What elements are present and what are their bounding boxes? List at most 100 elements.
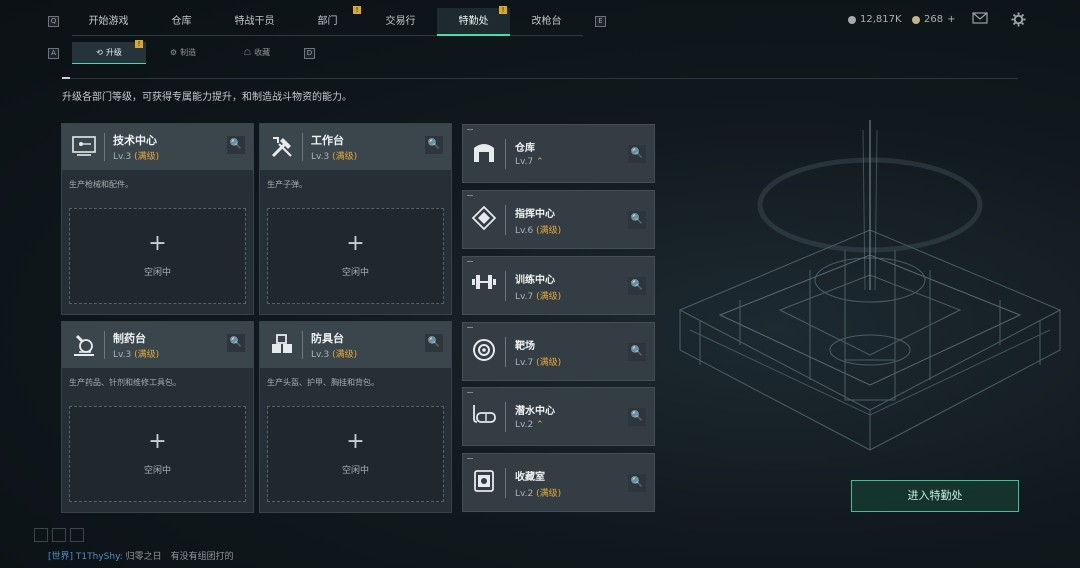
facility-name: 仓库 <box>515 143 535 154</box>
building-level: Lv.3 (满级) <box>311 149 357 162</box>
facility-training-center[interactable]: 训练中心 Lv.7 (满级) 🔍 <box>462 256 655 315</box>
idle-label: 空闲中 <box>143 268 171 278</box>
building-level: Lv.3 (满级) <box>113 149 159 162</box>
subtab-upgrade[interactable]: ⟲ 升级 ! <box>72 40 146 64</box>
level-value: Lv.3 <box>311 350 330 360</box>
gear-icon[interactable] <box>1010 12 1026 27</box>
level-value: Lv.3 <box>311 152 330 162</box>
max-level-tag: (满级) <box>332 152 358 162</box>
tab-gunsmith[interactable]: 改枪台 <box>510 8 583 36</box>
facility-warehouse[interactable]: 仓库 Lv.7 ⌃ 🔍 <box>462 124 655 183</box>
max-level-tag: (满级) <box>536 358 562 368</box>
menu-icon[interactable] <box>34 528 48 542</box>
chat-channel: [世界] <box>48 552 74 562</box>
search-button[interactable]: 🔍 <box>628 277 646 295</box>
collection-icon: ☖ <box>243 48 252 57</box>
mail-icon[interactable] <box>972 12 988 26</box>
search-button[interactable]: 🔍 <box>628 343 646 361</box>
card-tech-center[interactable]: 技术中心 Lv.3 (满级) 🔍 生产枪械和配件。 + 空闲中 <box>61 123 254 315</box>
facility-name: 收藏室 <box>515 472 545 483</box>
facility-command-center[interactable]: 指挥中心 Lv.6 (满级) 🔍 <box>462 190 655 249</box>
top-bar: Q 开始游戏 仓库 特战干员 部门! 交易行 特勤处! 改枪台 E 12,817… <box>0 0 1080 38</box>
facility-level: Lv.7 (满级) <box>515 289 561 302</box>
building-name: 技术中心 <box>113 134 157 147</box>
search-button[interactable]: 🔍 <box>227 334 245 352</box>
plus-icon: + <box>148 231 167 256</box>
card-workbench[interactable]: 工作台 Lv.3 (满级) 🔍 生产子弹。 + 空闲中 <box>259 123 452 315</box>
collection-room-icon <box>471 469 497 495</box>
currency-premium[interactable]: 268 + <box>912 14 955 25</box>
search-button[interactable]: 🔍 <box>628 474 646 492</box>
tab-special-ops[interactable]: 特勤处! <box>437 6 510 36</box>
facility-name: 指挥中心 <box>515 209 555 220</box>
training-center-icon <box>471 272 497 298</box>
next-tab-key-hint[interactable]: E <box>595 16 606 27</box>
chat-icon[interactable] <box>70 528 84 542</box>
level-value: Lv.3 <box>113 152 132 162</box>
tech-center-icon <box>71 134 97 160</box>
pharmacy-icon <box>71 332 97 358</box>
separator <box>104 133 105 161</box>
card-subtitle: 生产子弹。 <box>267 180 307 189</box>
currency-coins: 12,817K <box>848 14 902 25</box>
card-subtitle: 生产药品、针剂和维修工具包。 <box>69 378 181 387</box>
tab-label: 特战干员 <box>234 16 275 27</box>
upgrade-available-icon: ⌃ <box>536 420 544 430</box>
building-name: 制药台 <box>113 332 146 345</box>
tab-start-game[interactable]: 开始游戏 <box>72 8 145 36</box>
facility-diving-center[interactable]: 潜水中心 Lv.2 ⌃ 🔍 <box>462 387 655 446</box>
facility-level: Lv.7 (满级) <box>515 355 561 368</box>
facility-3d-illustration <box>678 120 1062 451</box>
production-slot[interactable]: + 空闲中 <box>267 208 444 304</box>
diving-center-icon <box>471 403 497 429</box>
separator <box>302 133 303 161</box>
tab-market[interactable]: 交易行 <box>364 8 437 36</box>
facility-shooting-range[interactable]: 靶场 Lv.7 (满级) 🔍 <box>462 322 655 381</box>
production-slot[interactable]: + 空闲中 <box>267 406 444 502</box>
card-pharmacy[interactable]: 制药台 Lv.3 (满级) 🔍 生产药品、针剂和维修工具包。 + 空闲中 <box>61 321 254 513</box>
facility-collection-room[interactable]: 收藏室 Lv.2 (满级) 🔍 <box>462 453 655 512</box>
subtab-craft[interactable]: ⚙ 制造 <box>146 42 220 64</box>
tab-operators[interactable]: 特战干员 <box>218 8 291 36</box>
idle-label: 空闲中 <box>341 466 369 476</box>
production-slot[interactable]: + 空闲中 <box>69 208 246 304</box>
search-button[interactable]: 🔍 <box>628 145 646 163</box>
level-value: Lv.7 <box>515 292 534 302</box>
world-chat-line[interactable]: [世界] T1ThyShy: 归零之日 有没有组团打的 <box>48 549 234 562</box>
separator <box>505 205 506 235</box>
max-level-tag: (满级) <box>536 226 562 236</box>
add-currency-button[interactable]: + <box>947 14 955 25</box>
chat-user: T1ThyShy: <box>75 552 123 562</box>
armor-bench-icon <box>269 332 295 358</box>
tab-warehouse[interactable]: 仓库 <box>145 8 218 36</box>
card-armor-bench[interactable]: 防具台 Lv.3 (满级) 🔍 生产头盔、护甲、胸挂和背包。 + 空闲中 <box>259 321 452 513</box>
separator <box>505 402 506 432</box>
card-subtitle: 生产头盔、护甲、胸挂和背包。 <box>267 378 379 387</box>
production-slot[interactable]: + 空闲中 <box>69 406 246 502</box>
search-button[interactable]: 🔍 <box>425 136 443 154</box>
facility-level: Lv.6 (满级) <box>515 223 561 236</box>
prev-tab-key-hint[interactable]: Q <box>48 16 59 27</box>
page-description: 升级各部门等级，可获得专属能力提升，和制造战斗物资的能力。 <box>62 92 352 103</box>
enter-special-ops-button[interactable]: 进入特勤处 <box>851 480 1019 512</box>
facility-level: Lv.7 ⌃ <box>515 157 544 167</box>
warehouse-icon <box>471 140 497 166</box>
sub-tabs: ⟲ 升级 ! ⚙ 制造 ☖ 收藏 <box>72 40 294 64</box>
search-button[interactable]: 🔍 <box>227 136 245 154</box>
alert-badge: ! <box>135 40 143 48</box>
tab-department[interactable]: 部门! <box>291 6 364 36</box>
search-button[interactable]: 🔍 <box>628 211 646 229</box>
search-button[interactable]: 🔍 <box>425 334 443 352</box>
level-value: Lv.3 <box>113 350 132 360</box>
level-value: Lv.7 <box>515 358 534 368</box>
coin-icon <box>848 15 856 24</box>
prev-subtab-key-hint[interactable]: A <box>48 48 59 59</box>
separator <box>505 271 506 301</box>
friends-icon[interactable] <box>52 528 66 542</box>
card-header: 制药台 Lv.3 (满级) 🔍 <box>62 322 253 368</box>
search-button[interactable]: 🔍 <box>628 408 646 426</box>
card-header: 防具台 Lv.3 (满级) 🔍 <box>260 322 451 368</box>
next-subtab-key-hint[interactable]: D <box>304 48 315 59</box>
subtab-collection[interactable]: ☖ 收藏 <box>220 42 294 64</box>
chat-message: 归零之日 有没有组团打的 <box>125 552 234 562</box>
